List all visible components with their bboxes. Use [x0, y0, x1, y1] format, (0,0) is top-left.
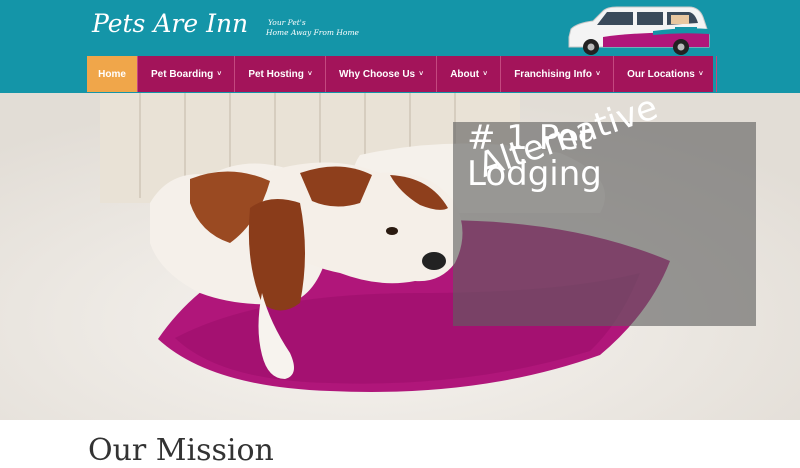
site-logo[interactable]: Pets Are Inn: [92, 9, 248, 38]
nav-pet-hosting[interactable]: Pet Hosting ˅: [235, 56, 326, 92]
chevron-down-icon: ˅: [595, 70, 601, 78]
chevron-down-icon: ˅: [419, 70, 424, 78]
nav-about[interactable]: About ˅: [437, 56, 502, 92]
nav-pet-boarding[interactable]: Pet Boarding ˅: [138, 56, 236, 92]
tagline-line-2: Home Away From Home: [266, 28, 359, 37]
chevron-down-icon: ˅: [698, 70, 703, 78]
main-nav: Home Pet Boarding ˅ Pet Hosting ˅ Why Choo…: [87, 56, 717, 92]
nav-home[interactable]: Home: [87, 56, 138, 92]
site-tagline: Your Pet's Home Away From Home: [266, 18, 359, 38]
nav-why-choose-us-label: Why Choose Us: [338, 68, 416, 80]
nav-pet-hosting-label: Pet Hosting: [248, 68, 304, 80]
nav-franchising-info[interactable]: Franchising Info ˅: [501, 56, 615, 92]
tagline-line-1: Your Pet's: [268, 18, 306, 27]
site-header: Pets Are Inn Your Pet's Home Away From H…: [0, 0, 800, 93]
nav-why-choose-us[interactable]: Why Choose Us ˅: [326, 56, 438, 92]
chevron-down-icon: ˅: [217, 70, 222, 78]
nav-pet-boarding-label: Pet Boarding: [151, 68, 214, 80]
nav-our-locations[interactable]: Our Locations ˅: [614, 56, 717, 92]
nav-about-label: About: [450, 68, 480, 80]
chevron-down-icon: ˅: [483, 70, 488, 78]
mission-heading: Our Mission: [88, 433, 274, 468]
van-icon: [568, 6, 710, 55]
nav-home-label: Home: [98, 68, 126, 80]
chevron-down-icon: ˅: [307, 70, 312, 78]
nav-our-locations-label: Our Locations: [627, 68, 695, 80]
nav-franchising-info-label: Franchising Info: [514, 68, 592, 80]
